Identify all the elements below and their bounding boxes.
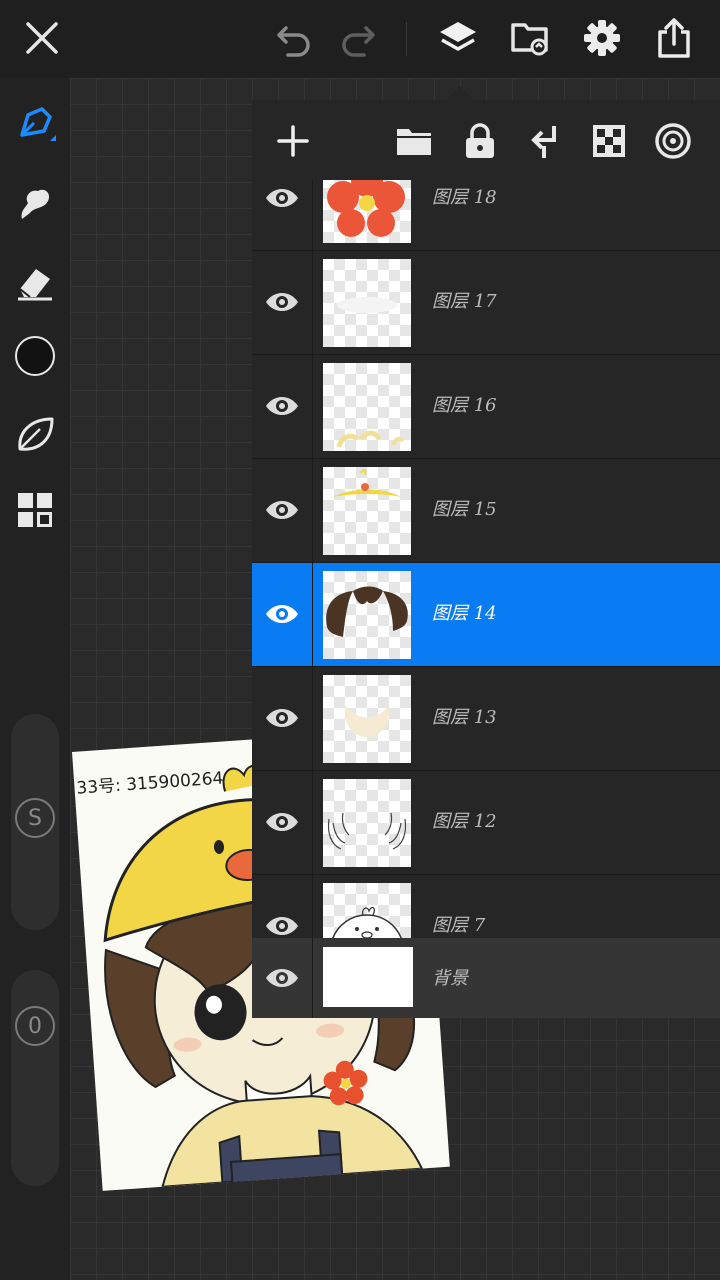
- visibility-eye-icon[interactable]: [264, 703, 300, 733]
- layer-mode-icon[interactable]: [652, 120, 694, 162]
- visibility-eye-icon[interactable]: [264, 287, 300, 317]
- visibility-eye-icon[interactable]: [264, 183, 300, 213]
- layer-row[interactable]: 图层 17: [252, 251, 720, 355]
- size-knob[interactable]: S: [15, 798, 55, 838]
- layer-row[interactable]: 图层 13: [252, 667, 720, 771]
- lock-icon[interactable]: [459, 120, 501, 162]
- gallery-icon[interactable]: [11, 486, 59, 534]
- row-divider: [312, 459, 313, 562]
- layer-name: 图层 13: [432, 707, 497, 728]
- undo-icon[interactable]: [270, 14, 318, 62]
- layer-thumbnail: [323, 675, 411, 763]
- color-swatch[interactable]: [11, 332, 59, 380]
- folder-icon[interactable]: [393, 120, 435, 162]
- layers-icon[interactable]: [434, 14, 482, 62]
- layer-name: 图层 14: [432, 603, 497, 624]
- layer-row[interactable]: 图层 18: [252, 180, 720, 251]
- opacity-label: 0: [28, 1013, 42, 1039]
- current-color: [15, 336, 55, 376]
- layer-row[interactable]: 图层 7: [252, 875, 720, 938]
- row-divider: [312, 563, 313, 666]
- import-icon[interactable]: [506, 14, 554, 62]
- row-divider: [312, 938, 313, 1018]
- layer-list[interactable]: 图层 18 图层 17 图层 16 图层 15 图层 14 图层 13 图层 1…: [252, 180, 720, 938]
- layer-name: 图层 7: [432, 915, 486, 936]
- row-divider: [312, 180, 313, 250]
- visibility-eye-icon[interactable]: [264, 911, 300, 938]
- close-icon[interactable]: [18, 14, 66, 62]
- layer-thumbnail: [323, 180, 411, 243]
- toolbar-divider: [406, 22, 407, 56]
- smudge-icon[interactable]: [11, 180, 59, 228]
- row-divider: [312, 771, 313, 874]
- background-thumbnail: [323, 947, 413, 1007]
- visibility-eye-icon[interactable]: [264, 807, 300, 837]
- row-divider: [312, 667, 313, 770]
- layer-row-selected[interactable]: 图层 14: [252, 563, 720, 667]
- layers-panel: 图层 18 图层 17 图层 16 图层 15 图层 14 图层 13 图层 1…: [252, 100, 720, 1018]
- opacity-knob[interactable]: 0: [15, 1006, 55, 1046]
- visibility-eye-icon[interactable]: [264, 963, 300, 993]
- layer-name: 背景: [432, 968, 468, 989]
- settings-icon[interactable]: [578, 14, 626, 62]
- layers-toolbar: [252, 100, 720, 180]
- merge-down-icon[interactable]: [523, 120, 565, 162]
- redo-icon[interactable]: [334, 14, 382, 62]
- layer-thumbnail: [323, 259, 411, 347]
- share-icon[interactable]: [650, 14, 698, 62]
- top-toolbar: [0, 0, 720, 78]
- brush-size-slider[interactable]: S: [11, 714, 59, 930]
- left-sidebar: S 0: [0, 78, 70, 1280]
- visibility-eye-icon[interactable]: [264, 391, 300, 421]
- layer-name: 图层 18: [432, 187, 497, 208]
- layer-thumbnail: [323, 363, 411, 451]
- transparency-icon[interactable]: [588, 120, 630, 162]
- layer-thumbnail: [323, 467, 411, 555]
- layer-name: 图层 17: [432, 291, 497, 312]
- liquify-icon[interactable]: [11, 410, 59, 458]
- visibility-eye-icon[interactable]: [264, 495, 300, 525]
- add-icon[interactable]: [272, 120, 314, 162]
- layer-thumbnail: [323, 779, 411, 867]
- layer-name: 图层 16: [432, 395, 497, 416]
- row-divider: [312, 875, 313, 938]
- background-layer-row[interactable]: 背景: [252, 938, 720, 1018]
- layer-thumbnail: [323, 883, 411, 938]
- layer-name: 图层 12: [432, 811, 497, 832]
- eraser-icon[interactable]: [11, 258, 59, 306]
- opacity-slider[interactable]: 0: [11, 970, 59, 1186]
- layer-row[interactable]: 图层 12: [252, 771, 720, 875]
- layer-row[interactable]: 图层 16: [252, 355, 720, 459]
- layer-name: 图层 15: [432, 499, 497, 520]
- row-divider: [312, 251, 313, 354]
- row-divider: [312, 355, 313, 458]
- panel-pointer: [446, 86, 474, 100]
- layer-thumbnail: [323, 571, 411, 659]
- size-label: S: [28, 805, 42, 831]
- layer-row[interactable]: 图层 15: [252, 459, 720, 563]
- brush-icon[interactable]: [11, 100, 59, 148]
- visibility-eye-icon[interactable]: [264, 599, 300, 629]
